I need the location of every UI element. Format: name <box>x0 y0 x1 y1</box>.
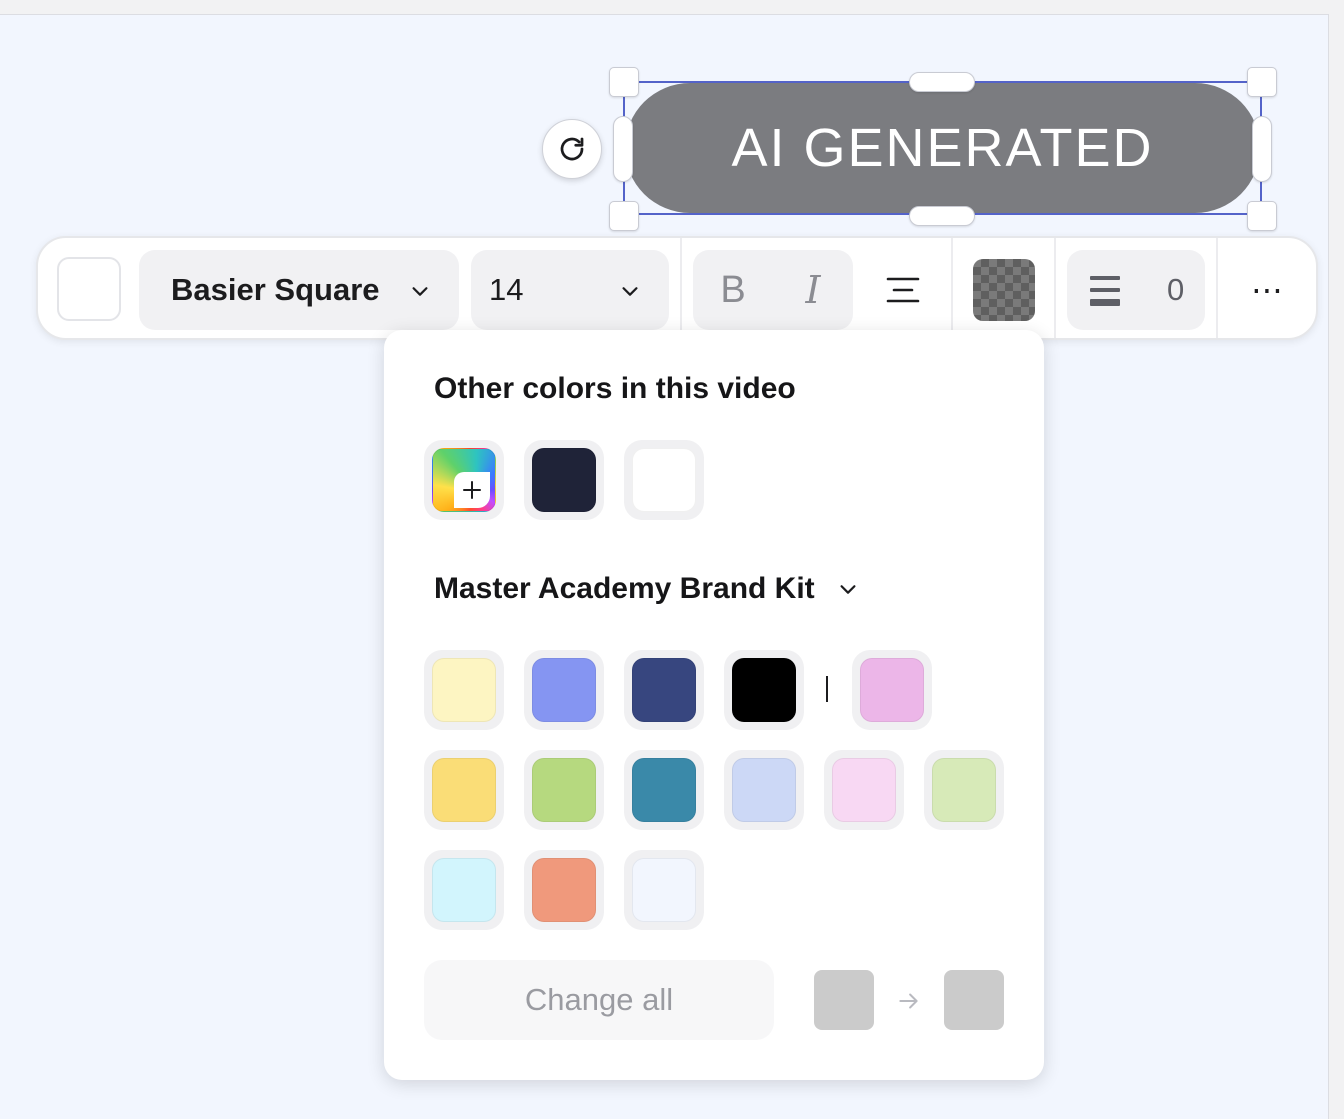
other-colors-heading: Other colors in this video <box>434 372 796 405</box>
toolbar-divider <box>1216 238 1218 338</box>
swatch-fill <box>632 658 696 722</box>
swatch-fill <box>532 658 596 722</box>
resize-handle-top-left[interactable] <box>609 67 639 97</box>
swatch-fill <box>532 448 596 512</box>
rotate-icon <box>560 137 584 161</box>
plus-icon <box>454 472 490 508</box>
brand-kit-select[interactable]: Master Academy Brand Kit <box>434 572 859 606</box>
swatch-fill <box>432 758 496 822</box>
color-swatch[interactable] <box>524 850 604 930</box>
resize-handle-top[interactable] <box>909 72 975 92</box>
chevron-down-icon <box>622 287 638 296</box>
font-size-select[interactable]: 14 <box>471 250 669 330</box>
background-color-swatch[interactable] <box>973 259 1035 321</box>
align-center-icon <box>886 277 920 303</box>
color-swatch[interactable] <box>724 750 804 830</box>
replace-from-swatch[interactable] <box>814 970 874 1030</box>
swatch-fill <box>632 758 696 822</box>
swatch-fill <box>632 858 696 922</box>
more-options-button[interactable]: ⋯ <box>1238 250 1298 330</box>
color-swatch[interactable] <box>724 650 804 730</box>
resize-handle-left[interactable] <box>613 116 633 182</box>
swatch-fill <box>432 858 496 922</box>
color-swatch[interactable] <box>524 650 604 730</box>
color-swatch[interactable] <box>524 750 604 830</box>
bold-italic-group: B I <box>693 250 853 330</box>
color-swatch[interactable] <box>624 440 704 520</box>
arrow-right-icon <box>899 993 918 1009</box>
line-spacing-control[interactable]: 0 <box>1067 250 1205 330</box>
brand-kit-name: Master Academy Brand Kit <box>434 572 815 605</box>
color-picker-popover: Other colors in this video Master Academ… <box>384 330 1044 1080</box>
swatch-fill <box>432 658 496 722</box>
line-spacing-value: 0 <box>1167 272 1185 307</box>
chevron-down-icon <box>412 287 428 296</box>
resize-handle-right[interactable] <box>1252 116 1272 182</box>
color-swatch[interactable] <box>524 440 604 520</box>
font-family-value: Basier Square <box>171 272 380 307</box>
toolbar-divider <box>1054 238 1056 338</box>
rotate-button[interactable] <box>542 119 602 179</box>
selection-box <box>623 81 1262 215</box>
color-swatch[interactable] <box>424 750 504 830</box>
swatch-fill <box>860 658 924 722</box>
color-swatch[interactable] <box>424 850 504 930</box>
swatch-fill <box>932 758 996 822</box>
italic-button[interactable]: I <box>773 250 853 330</box>
swatch-fill <box>532 858 596 922</box>
toolbar-divider <box>951 238 953 338</box>
swatch-fill <box>832 758 896 822</box>
color-swatch[interactable] <box>624 850 704 930</box>
font-size-value: 14 <box>489 272 524 307</box>
replace-to-swatch[interactable] <box>944 970 1004 1030</box>
color-swatch[interactable] <box>624 650 704 730</box>
text-color-swatch[interactable] <box>57 257 121 321</box>
color-swatch[interactable] <box>924 750 1004 830</box>
swatch-fill <box>532 758 596 822</box>
swatch-fill <box>632 448 696 512</box>
resize-handle-bottom-right[interactable] <box>1247 201 1277 231</box>
font-family-select[interactable]: Basier Square <box>139 250 459 330</box>
color-swatch[interactable] <box>624 750 704 830</box>
line-spacing-icon <box>1090 276 1120 306</box>
resize-handle-top-right[interactable] <box>1247 67 1277 97</box>
swatch-separator <box>826 676 828 702</box>
add-custom-color-button[interactable] <box>424 440 504 520</box>
swatch-fill <box>732 658 796 722</box>
color-swatch[interactable] <box>824 750 904 830</box>
bold-button[interactable]: B <box>693 250 773 330</box>
text-toolbar: Basier Square 14 B I 0 ⋯ <box>36 236 1318 340</box>
resize-handle-bottom[interactable] <box>909 206 975 226</box>
align-button[interactable] <box>873 250 933 330</box>
toolbar-divider <box>680 238 682 338</box>
color-swatch[interactable] <box>424 650 504 730</box>
change-all-button[interactable]: Change all <box>424 960 774 1040</box>
resize-handle-bottom-left[interactable] <box>609 201 639 231</box>
chevron-down-icon <box>840 585 856 594</box>
swatch-fill <box>732 758 796 822</box>
color-swatch[interactable] <box>852 650 932 730</box>
